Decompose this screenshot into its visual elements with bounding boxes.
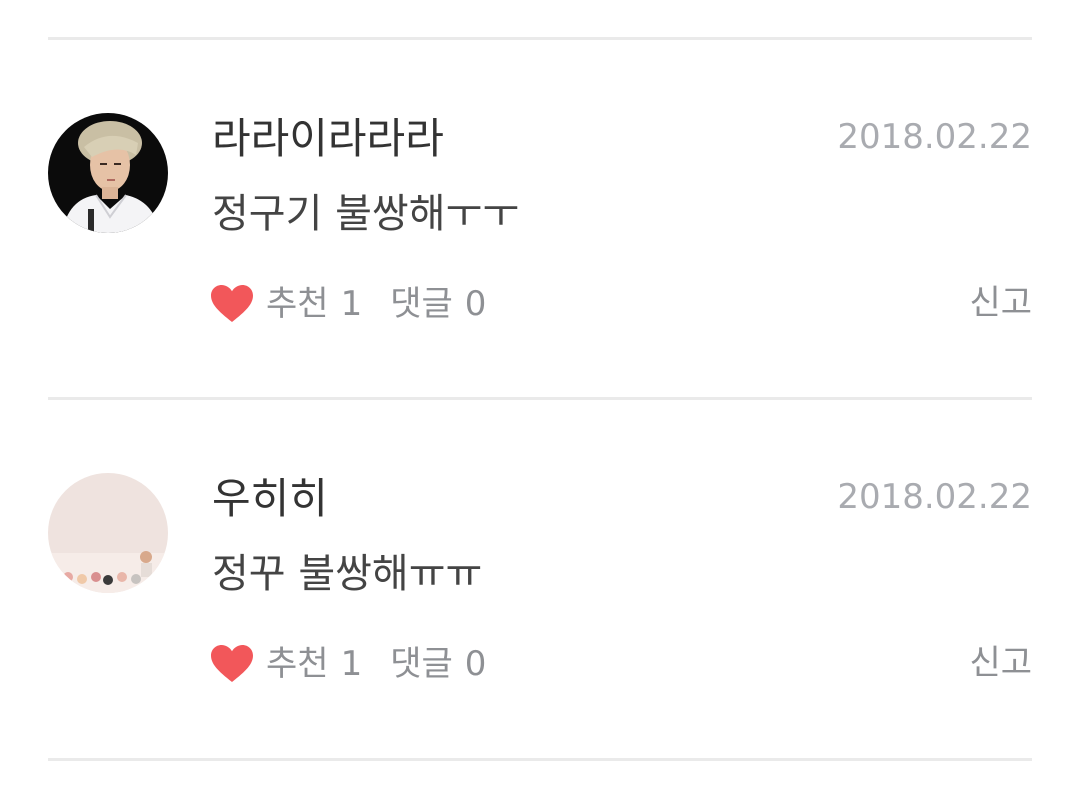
like-label[interactable]: 추천 — [266, 287, 329, 321]
avatar[interactable] — [48, 473, 168, 593]
reply-label[interactable]: 댓글 — [390, 287, 453, 321]
like-count: 1 — [340, 644, 363, 684]
reply-label[interactable]: 댓글 — [390, 647, 453, 681]
avatar[interactable] — [48, 113, 168, 233]
divider — [48, 758, 1032, 761]
username[interactable]: 우히히 — [212, 478, 328, 520]
like-count: 1 — [340, 284, 363, 324]
heart-icon[interactable] — [210, 284, 254, 324]
reply-count: 0 — [464, 284, 487, 324]
comment-list: 라라이라라라 2018.02.22 정구기 불쌍해ㅜㅜ 추천 1 댓글 0 신고 — [0, 0, 1080, 810]
comment-text: 정꾸 불쌍해ㅠㅠ — [212, 551, 483, 597]
comment-actions: 추천 1 댓글 0 — [210, 282, 486, 326]
comment-item: 우히히 2018.02.22 정꾸 불쌍해ㅠㅠ 추천 1 댓글 0 신고 — [0, 398, 1080, 758]
comment-item: 라라이라라라 2018.02.22 정구기 불쌍해ㅜㅜ 추천 1 댓글 0 신고 — [0, 38, 1080, 398]
username[interactable]: 라라이라라라 — [212, 118, 444, 160]
report-button[interactable]: 신고 — [969, 646, 1032, 680]
comment-date: 2018.02.22 — [837, 477, 1032, 517]
reply-count: 0 — [464, 644, 487, 684]
comment-text: 정구기 불쌍해ㅜㅜ — [212, 191, 520, 237]
comment-date: 2018.02.22 — [837, 117, 1032, 157]
report-button[interactable]: 신고 — [969, 286, 1032, 320]
heart-icon[interactable] — [210, 644, 254, 684]
profile-photo-icon — [48, 113, 168, 233]
comment-actions: 추천 1 댓글 0 — [210, 642, 486, 686]
profile-photo-icon — [48, 473, 168, 593]
like-label[interactable]: 추천 — [266, 647, 329, 681]
